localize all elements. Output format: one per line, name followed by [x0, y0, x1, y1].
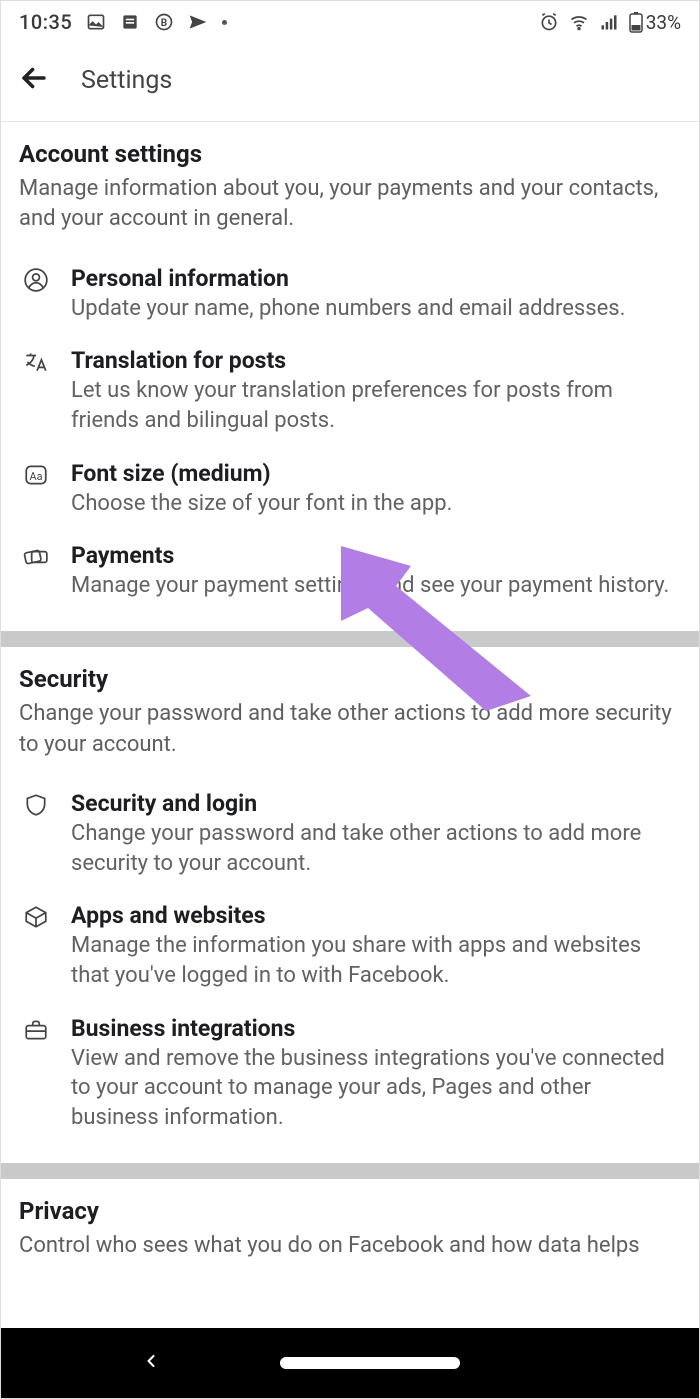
item-translation[interactable]: Translation for posts Let us know your t… [19, 335, 681, 447]
item-desc: Let us know your translation preferences… [71, 376, 681, 435]
alarm-icon [539, 12, 559, 32]
cube-icon [19, 902, 53, 930]
item-desc: Change your password and take other acti… [71, 819, 681, 878]
section-security: Security Change your password and take o… [1, 647, 699, 1163]
item-desc: View and remove the business integration… [71, 1044, 681, 1133]
android-nav-bar [1, 1328, 699, 1398]
app-header: Settings [1, 43, 699, 122]
section-account-settings: Account settings Manage information abou… [1, 122, 699, 631]
payments-icon [19, 542, 53, 570]
back-button[interactable] [17, 61, 51, 99]
user-circle-icon [19, 265, 53, 293]
svg-text:Aa: Aa [30, 470, 43, 483]
battery-percent: 33% [646, 11, 681, 34]
section-desc: Control who sees what you do on Facebook… [19, 1231, 681, 1261]
section-title: Privacy [19, 1197, 681, 1225]
section-divider [1, 631, 699, 647]
item-title: Translation for posts [71, 347, 681, 374]
status-bar: 10:35 B 33% [1, 1, 699, 43]
svg-text:B: B [161, 18, 167, 29]
item-title: Security and login [71, 790, 681, 817]
briefcase-icon [19, 1015, 53, 1043]
section-title: Account settings [19, 140, 681, 168]
item-personal-information[interactable]: Personal information Update your name, p… [19, 253, 681, 336]
more-dot-icon [222, 20, 227, 25]
shield-icon [19, 790, 53, 818]
item-apps-websites[interactable]: Apps and websites Manage the information… [19, 890, 681, 1002]
item-desc: Manage the information you share with ap… [71, 931, 681, 990]
item-business-integrations[interactable]: Business integrations View and remove th… [19, 1003, 681, 1145]
font-size-icon: Aa [19, 460, 53, 488]
page-title: Settings [81, 66, 172, 95]
translate-icon [19, 347, 53, 375]
item-title: Font size (medium) [71, 460, 681, 487]
wifi-icon [569, 12, 589, 32]
item-payments[interactable]: Payments Manage your payment settings an… [19, 530, 681, 613]
section-desc: Change your password and take other acti… [19, 699, 681, 760]
item-title: Payments [71, 542, 681, 569]
item-desc: Manage your payment settings and see you… [71, 571, 681, 601]
circle-b-icon: B [154, 12, 174, 32]
note-icon [120, 12, 140, 32]
send-icon [188, 12, 208, 32]
section-desc: Manage information about you, your payme… [19, 174, 681, 235]
section-divider [1, 1163, 699, 1179]
nav-back-button[interactable] [141, 1351, 161, 1375]
item-title: Business integrations [71, 1015, 681, 1042]
image-icon [86, 12, 106, 32]
section-title: Security [19, 665, 681, 693]
nav-home-pill[interactable] [280, 1357, 460, 1369]
item-desc: Choose the size of your font in the app. [71, 489, 681, 519]
item-title: Apps and websites [71, 902, 681, 929]
status-time: 10:35 [19, 10, 72, 34]
signal-icon [599, 12, 619, 32]
item-security-login[interactable]: Security and login Change your password … [19, 778, 681, 890]
section-privacy: Privacy Control who sees what you do on … [1, 1179, 699, 1265]
item-title: Personal information [71, 265, 681, 292]
item-font-size[interactable]: Aa Font size (medium) Choose the size of… [19, 448, 681, 531]
item-desc: Update your name, phone numbers and emai… [71, 294, 681, 324]
battery-indicator: 33% [629, 11, 681, 34]
